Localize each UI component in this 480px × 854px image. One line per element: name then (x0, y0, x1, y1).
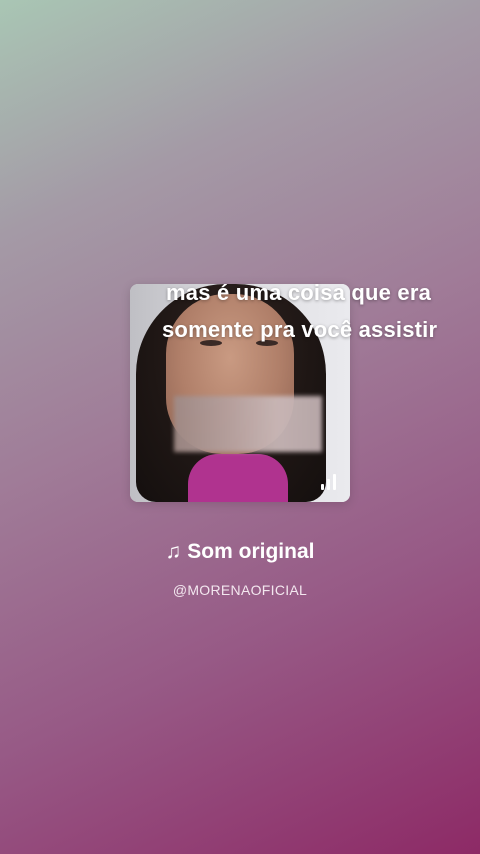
sound-title-row[interactable]: ♫ Som original (0, 540, 480, 564)
caption-line-1: mas é uma coisa que era (166, 280, 432, 305)
sound-author[interactable]: @MORENAOFICIAL (0, 582, 480, 598)
thumbnail-shirt (188, 454, 288, 502)
blurred-region (174, 396, 322, 452)
music-note-icon: ♫ (165, 540, 182, 563)
caption-line-2: somente pra você assistir (162, 317, 438, 342)
audio-bars-icon (321, 474, 336, 490)
sound-title: Som original (187, 540, 315, 563)
